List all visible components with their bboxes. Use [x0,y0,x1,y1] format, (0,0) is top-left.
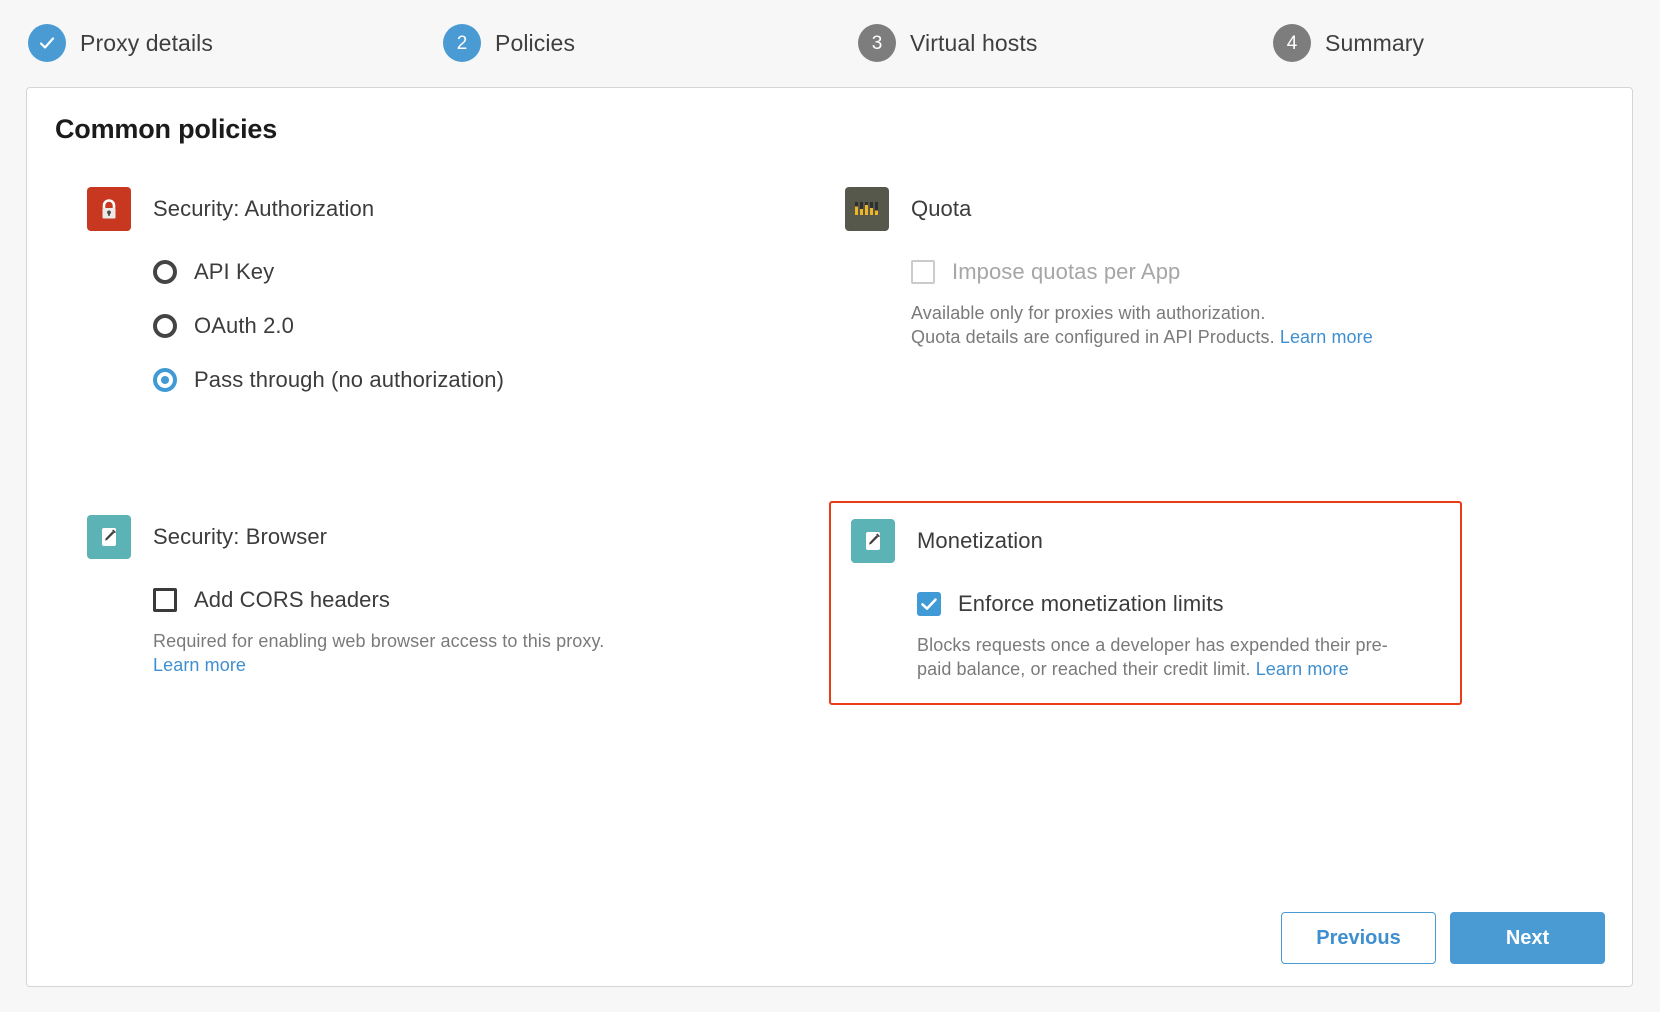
quota-help-line-1: Available only for proxies with authoriz… [911,303,1265,323]
step-virtual-hosts[interactable]: 3 Virtual hosts [830,24,1245,62]
checkbox-option-add-cors-headers[interactable]: Add CORS headers [153,573,795,627]
quota-help-line-2: Quota details are configured in API Prod… [911,327,1275,347]
browser-help-text: Required for enabling web browser access… [87,629,693,677]
policies-row-1: Security: Authorization API Key OAuth 2.… [27,173,1632,423]
wizard-stepper: Proxy details 2 Policies 3 Virtual hosts… [0,0,1660,86]
policy-security-browser-column: Security: Browser Add CORS headers Requi… [71,501,811,693]
radio-label-oauth-2: OAuth 2.0 [194,313,294,339]
pencil-icon [851,519,895,563]
common-policies-card: Common policies [26,87,1633,987]
policy-security-authorization-column: Security: Authorization API Key OAuth 2.… [71,173,811,423]
checkbox-option-impose-quotas: Impose quotas per App [911,245,1553,299]
lock-icon [87,187,131,231]
browser-help-line-1: Required for enabling web browser access… [153,631,604,651]
quota-bars-icon [845,187,889,231]
next-button[interactable]: Next [1450,912,1605,964]
radio-pass-through[interactable] [153,368,177,392]
policy-monetization: Monetization Enforce monetization limits [829,501,1462,705]
checkbox-label-add-cors-headers: Add CORS headers [194,587,390,613]
policy-quota: Quota Impose quotas per App Available on… [829,173,1569,365]
step-label-summary: Summary [1325,30,1424,57]
wizard-footer: Previous Next [1281,912,1605,964]
step-badge-2: 2 [443,24,481,62]
policy-title-quota: Quota [911,196,971,222]
step-badge-3: 3 [858,24,896,62]
monetization-help-line-2: paid balance, or reached their credit li… [917,659,1251,679]
step-badge-complete [28,24,66,62]
step-summary[interactable]: 4 Summary [1245,24,1660,62]
radio-label-pass-through: Pass through (no authorization) [194,367,504,393]
policy-title-security-authorization: Security: Authorization [153,196,374,222]
checkbox-add-cors-headers[interactable] [153,588,177,612]
step-number-2: 2 [457,34,468,53]
checkbox-enforce-monetization-limits[interactable] [917,592,941,616]
checkbox-label-enforce-monetization-limits: Enforce monetization limits [958,591,1224,617]
step-proxy-details[interactable]: Proxy details [0,24,415,62]
radio-oauth-2[interactable] [153,314,177,338]
quota-options: Impose quotas per App [845,245,1553,299]
policy-header: Monetization [851,519,1446,563]
radio-option-oauth[interactable]: OAuth 2.0 [153,299,795,353]
monetization-help-text: Blocks requests once a developer has exp… [851,633,1437,681]
quota-help-text: Available only for proxies with authoriz… [845,301,1471,349]
radio-option-api-key[interactable]: API Key [153,245,795,299]
pencil-icon [87,515,131,559]
policy-title-security-browser: Security: Browser [153,524,327,550]
policy-security-authorization: Security: Authorization API Key OAuth 2.… [71,173,811,423]
radio-label-api-key: API Key [194,259,274,285]
monetization-help-line-1: Blocks requests once a developer has exp… [917,635,1388,655]
step-label-proxy-details: Proxy details [80,30,213,57]
policies-grid: Security: Authorization API Key OAuth 2.… [27,173,1632,705]
radio-api-key[interactable] [153,260,177,284]
browser-learn-more-link[interactable]: Learn more [153,655,246,675]
step-number-4: 4 [1287,34,1298,53]
page-title: Common policies [55,114,277,145]
checkbox-label-impose-quotas-per-app: Impose quotas per App [952,259,1180,285]
policy-security-browser: Security: Browser Add CORS headers Requi… [71,501,811,693]
step-label-policies: Policies [495,30,575,57]
radio-option-pass-through[interactable]: Pass through (no authorization) [153,353,795,407]
checkbox-impose-quotas-per-app [911,260,935,284]
browser-options: Add CORS headers [87,573,795,627]
policy-header: Quota [845,187,1553,231]
authorization-radio-group: API Key OAuth 2.0 Pass through (no autho… [87,245,795,407]
policy-monetization-column: Monetization Enforce monetization limits [829,501,1569,705]
step-policies[interactable]: 2 Policies [415,24,830,62]
monetization-learn-more-link[interactable]: Learn more [1256,659,1349,679]
policies-row-2: Security: Browser Add CORS headers Requi… [27,501,1632,705]
policy-header: Security: Browser [87,515,795,559]
step-label-virtual-hosts: Virtual hosts [910,30,1037,57]
step-badge-4: 4 [1273,24,1311,62]
monetization-options: Enforce monetization limits [851,577,1446,631]
checkbox-option-enforce-monetization-limits[interactable]: Enforce monetization limits [917,577,1446,631]
policy-title-monetization: Monetization [917,528,1043,554]
previous-button[interactable]: Previous [1281,912,1436,964]
policy-header: Security: Authorization [87,187,795,231]
quota-learn-more-link[interactable]: Learn more [1280,327,1373,347]
policy-quota-column: Quota Impose quotas per App Available on… [829,173,1569,365]
step-number-3: 3 [872,34,883,53]
